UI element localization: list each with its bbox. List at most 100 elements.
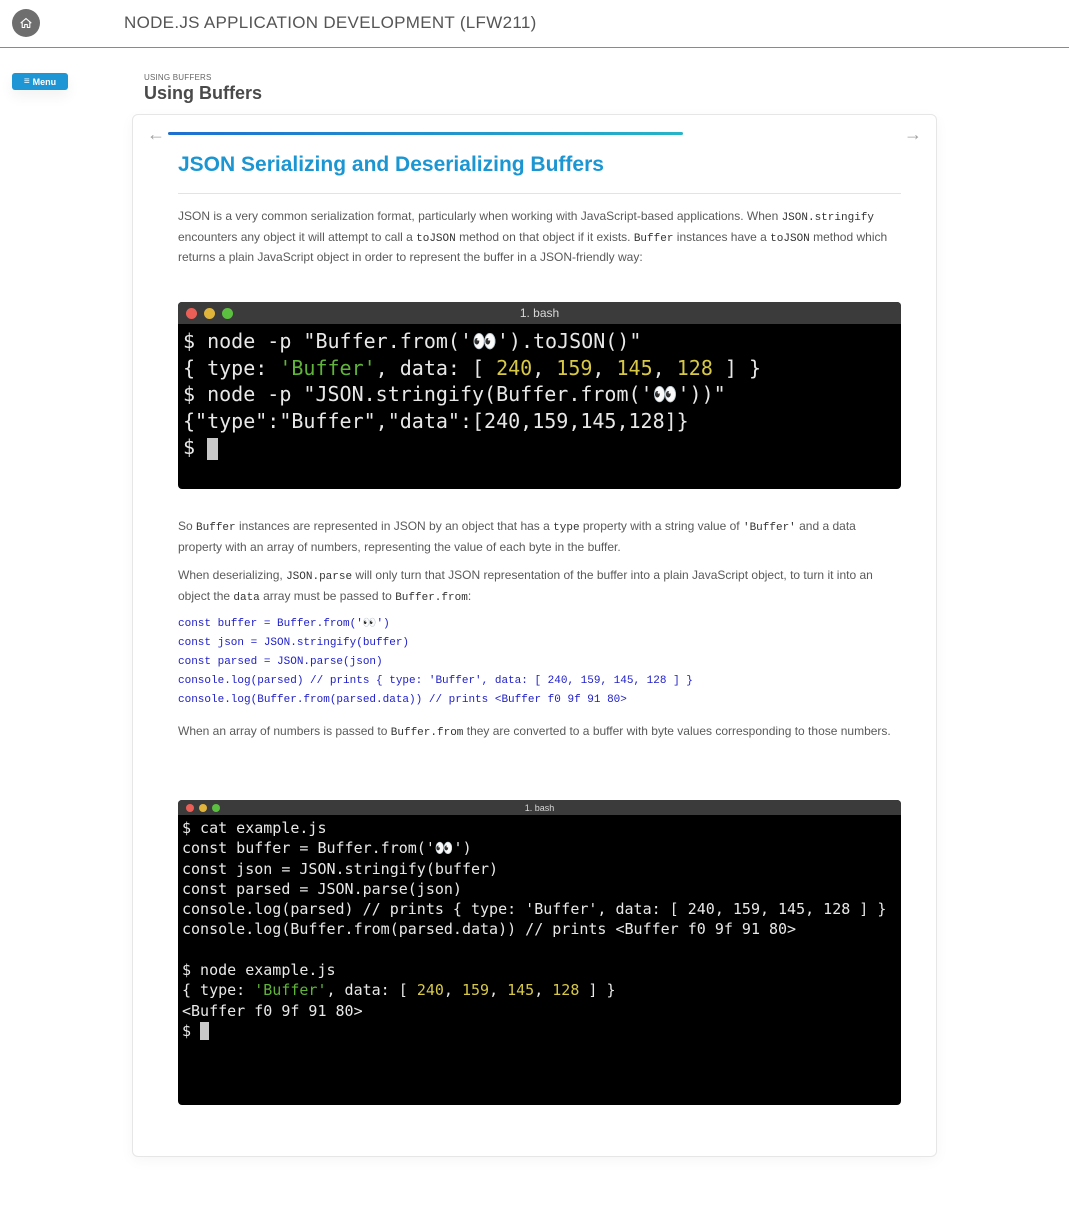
paragraph-buffer-json: So Buffer instances are represented in J… xyxy=(178,517,898,556)
next-page-button[interactable]: → xyxy=(904,125,922,143)
terminal-output: $ node -p "Buffer.from('👀').toJSON()"{ t… xyxy=(178,324,901,461)
arrow-right-icon: → xyxy=(904,124,922,144)
maximize-dot-icon xyxy=(212,803,220,812)
paragraph-text: instances are represented in JSON by an … xyxy=(235,519,554,533)
paragraph-deserializing: When deserializing, JSON.parse will only… xyxy=(178,566,898,607)
terminal-line: console.log(parsed) // prints { type: 'B… xyxy=(182,900,887,919)
terminal-string: 'Buffer' xyxy=(279,355,376,380)
paragraph-text: So xyxy=(178,519,197,533)
intro-paragraph: JSON is a very common serialization form… xyxy=(178,207,898,267)
terminal-title: 1. bash xyxy=(524,802,555,813)
terminal-line: $ cat example.js xyxy=(182,819,327,837)
code-line: console.log(Buffer.from(parsed.data)) //… xyxy=(178,694,627,706)
home-icon xyxy=(20,17,32,29)
minimize-dot-icon xyxy=(204,307,215,319)
paragraph-text: they are converted to a buffer with byte… xyxy=(463,724,891,738)
minimize-dot-icon xyxy=(199,803,207,812)
terminal-title-bar: 1. bash xyxy=(178,302,901,324)
terminal-number: 159 xyxy=(556,355,593,380)
top-bar: NODE.JS APPLICATION DEVELOPMENT (LFW211) xyxy=(0,0,1069,48)
terminal-line: const buffer = Buffer.from('👀') xyxy=(182,839,472,858)
terminal-line: console.log(Buffer.from(parsed.data)) //… xyxy=(182,920,797,939)
terminal-number: 240 xyxy=(416,981,444,1000)
arrow-left-icon: ← xyxy=(147,124,165,144)
inline-code: Buffer.from xyxy=(395,591,468,604)
intro-text-3: method on that object if it exists. xyxy=(455,229,634,244)
intro-text-4: instances have a xyxy=(673,229,771,244)
inline-code: 'Buffer' xyxy=(742,522,796,534)
terminal-line: <Buffer f0 9f 91 80> xyxy=(182,1001,363,1020)
menu-button-label: Menu xyxy=(32,76,57,87)
heading-divider xyxy=(178,193,901,194)
close-dot-icon xyxy=(186,307,197,319)
terminal-line: { type: 'Buffer', data: [ 240, 159, 145,… xyxy=(183,355,762,380)
terminal-number: 128 xyxy=(676,355,713,380)
paragraph-text: When deserializing, xyxy=(178,568,287,582)
home-button[interactable] xyxy=(12,9,40,37)
terminal-number: 145 xyxy=(507,981,535,1000)
intro-code-json-stringify: JSON.stringify xyxy=(781,212,874,224)
terminal-number: 240 xyxy=(496,355,533,380)
terminal-line: { type: 'Buffer', data: [ 240, 159, 145,… xyxy=(182,981,616,1000)
code-line: const json = JSON.stringify(buffer) xyxy=(178,637,410,649)
terminal-string: 'Buffer' xyxy=(254,981,327,1000)
terminal-title: 1. bash xyxy=(519,306,560,320)
inline-code: data xyxy=(233,591,260,604)
content-card: ← → JSON Serializing and Deserializing B… xyxy=(132,114,937,1157)
terminal-line: $ xyxy=(183,434,901,461)
terminal-line: const parsed = JSON.parse(json) xyxy=(182,879,462,898)
intro-text-1: JSON is a very common serialization form… xyxy=(178,209,782,223)
paragraph-array-conversion: When an array of numbers is passed to Bu… xyxy=(178,722,898,743)
code-line: console.log(parsed) // prints { type: 'B… xyxy=(178,675,693,687)
terminal-line: const json = JSON.stringify(buffer) xyxy=(182,859,499,878)
previous-page-button[interactable]: ← xyxy=(147,125,165,143)
section-title: Using Buffers xyxy=(144,83,263,103)
code-line: const parsed = JSON.parse(json) xyxy=(178,656,383,668)
terminal-text: { type: xyxy=(182,981,255,1000)
terminal-line: $ node example.js xyxy=(182,961,336,980)
terminal-line: {"type":"Buffer","data":[240,159,145,128… xyxy=(183,408,689,433)
progress-fill xyxy=(168,132,683,135)
terminal-line: $ node -p "Buffer.from('👀').toJSON()" xyxy=(183,329,642,353)
terminal-cursor xyxy=(200,1022,210,1041)
terminal-text: ] } xyxy=(712,355,762,380)
intro-code-tojson-2: toJSON xyxy=(770,232,810,245)
terminal-title-bar: 1. bash xyxy=(178,800,901,815)
inline-code: Buffer xyxy=(196,522,236,534)
terminal-number: 128 xyxy=(552,981,580,1000)
terminal-number: 145 xyxy=(616,355,653,380)
terminal-text: , data: [ xyxy=(326,981,417,1000)
terminal-text: ] } xyxy=(579,981,616,1000)
inline-code: JSON.parse xyxy=(286,571,353,583)
paragraph-text: property with a string value of xyxy=(579,519,743,533)
inline-code: Buffer.from xyxy=(390,727,464,739)
intro-code-buffer: Buffer xyxy=(633,232,674,245)
paragraph-text: array must be passed to xyxy=(259,588,396,603)
terminal-prompt: $ xyxy=(182,1021,201,1040)
progress-bar xyxy=(168,132,898,135)
terminal-line: $ node -p "JSON.stringify(Buffer.from('👀… xyxy=(183,382,726,407)
terminal-number: 159 xyxy=(461,981,490,1000)
maximize-dot-icon xyxy=(222,307,233,319)
intro-text-2: encounters any object it will attempt to… xyxy=(178,229,417,244)
terminal-screenshot-1: 1. bash $ node -p "Buffer.from('👀').toJS… xyxy=(178,302,901,489)
paragraph-text: When an array of numbers is passed to xyxy=(178,724,391,738)
terminal-text: , data: [ xyxy=(375,355,497,380)
close-dot-icon xyxy=(186,803,194,812)
inline-code: type xyxy=(553,522,580,534)
hamburger-icon: ≡ xyxy=(23,75,30,87)
menu-button[interactable]: ≡ Menu xyxy=(12,73,68,90)
code-line: const buffer = Buffer.from('👀') xyxy=(178,618,390,630)
page-heading: JSON Serializing and Deserializing Buffe… xyxy=(178,153,604,176)
terminal-line: $ xyxy=(182,1021,901,1041)
terminal-text: { type: xyxy=(183,355,280,380)
terminal-screenshot-2: 1. bash $ cat example.js const buffer = B… xyxy=(178,800,901,1105)
breadcrumb: USING BUFFERS xyxy=(144,73,212,82)
terminal-output: $ cat example.js const buffer = Buffer.fr… xyxy=(178,815,901,1041)
intro-code-tojson: toJSON xyxy=(416,232,456,245)
terminal-prompt: $ xyxy=(183,435,208,460)
course-title: NODE.JS APPLICATION DEVELOPMENT (LFW211) xyxy=(124,13,537,32)
code-block: const buffer = Buffer.from('👀') const jso… xyxy=(178,615,693,710)
paragraph-text: : xyxy=(467,588,472,603)
